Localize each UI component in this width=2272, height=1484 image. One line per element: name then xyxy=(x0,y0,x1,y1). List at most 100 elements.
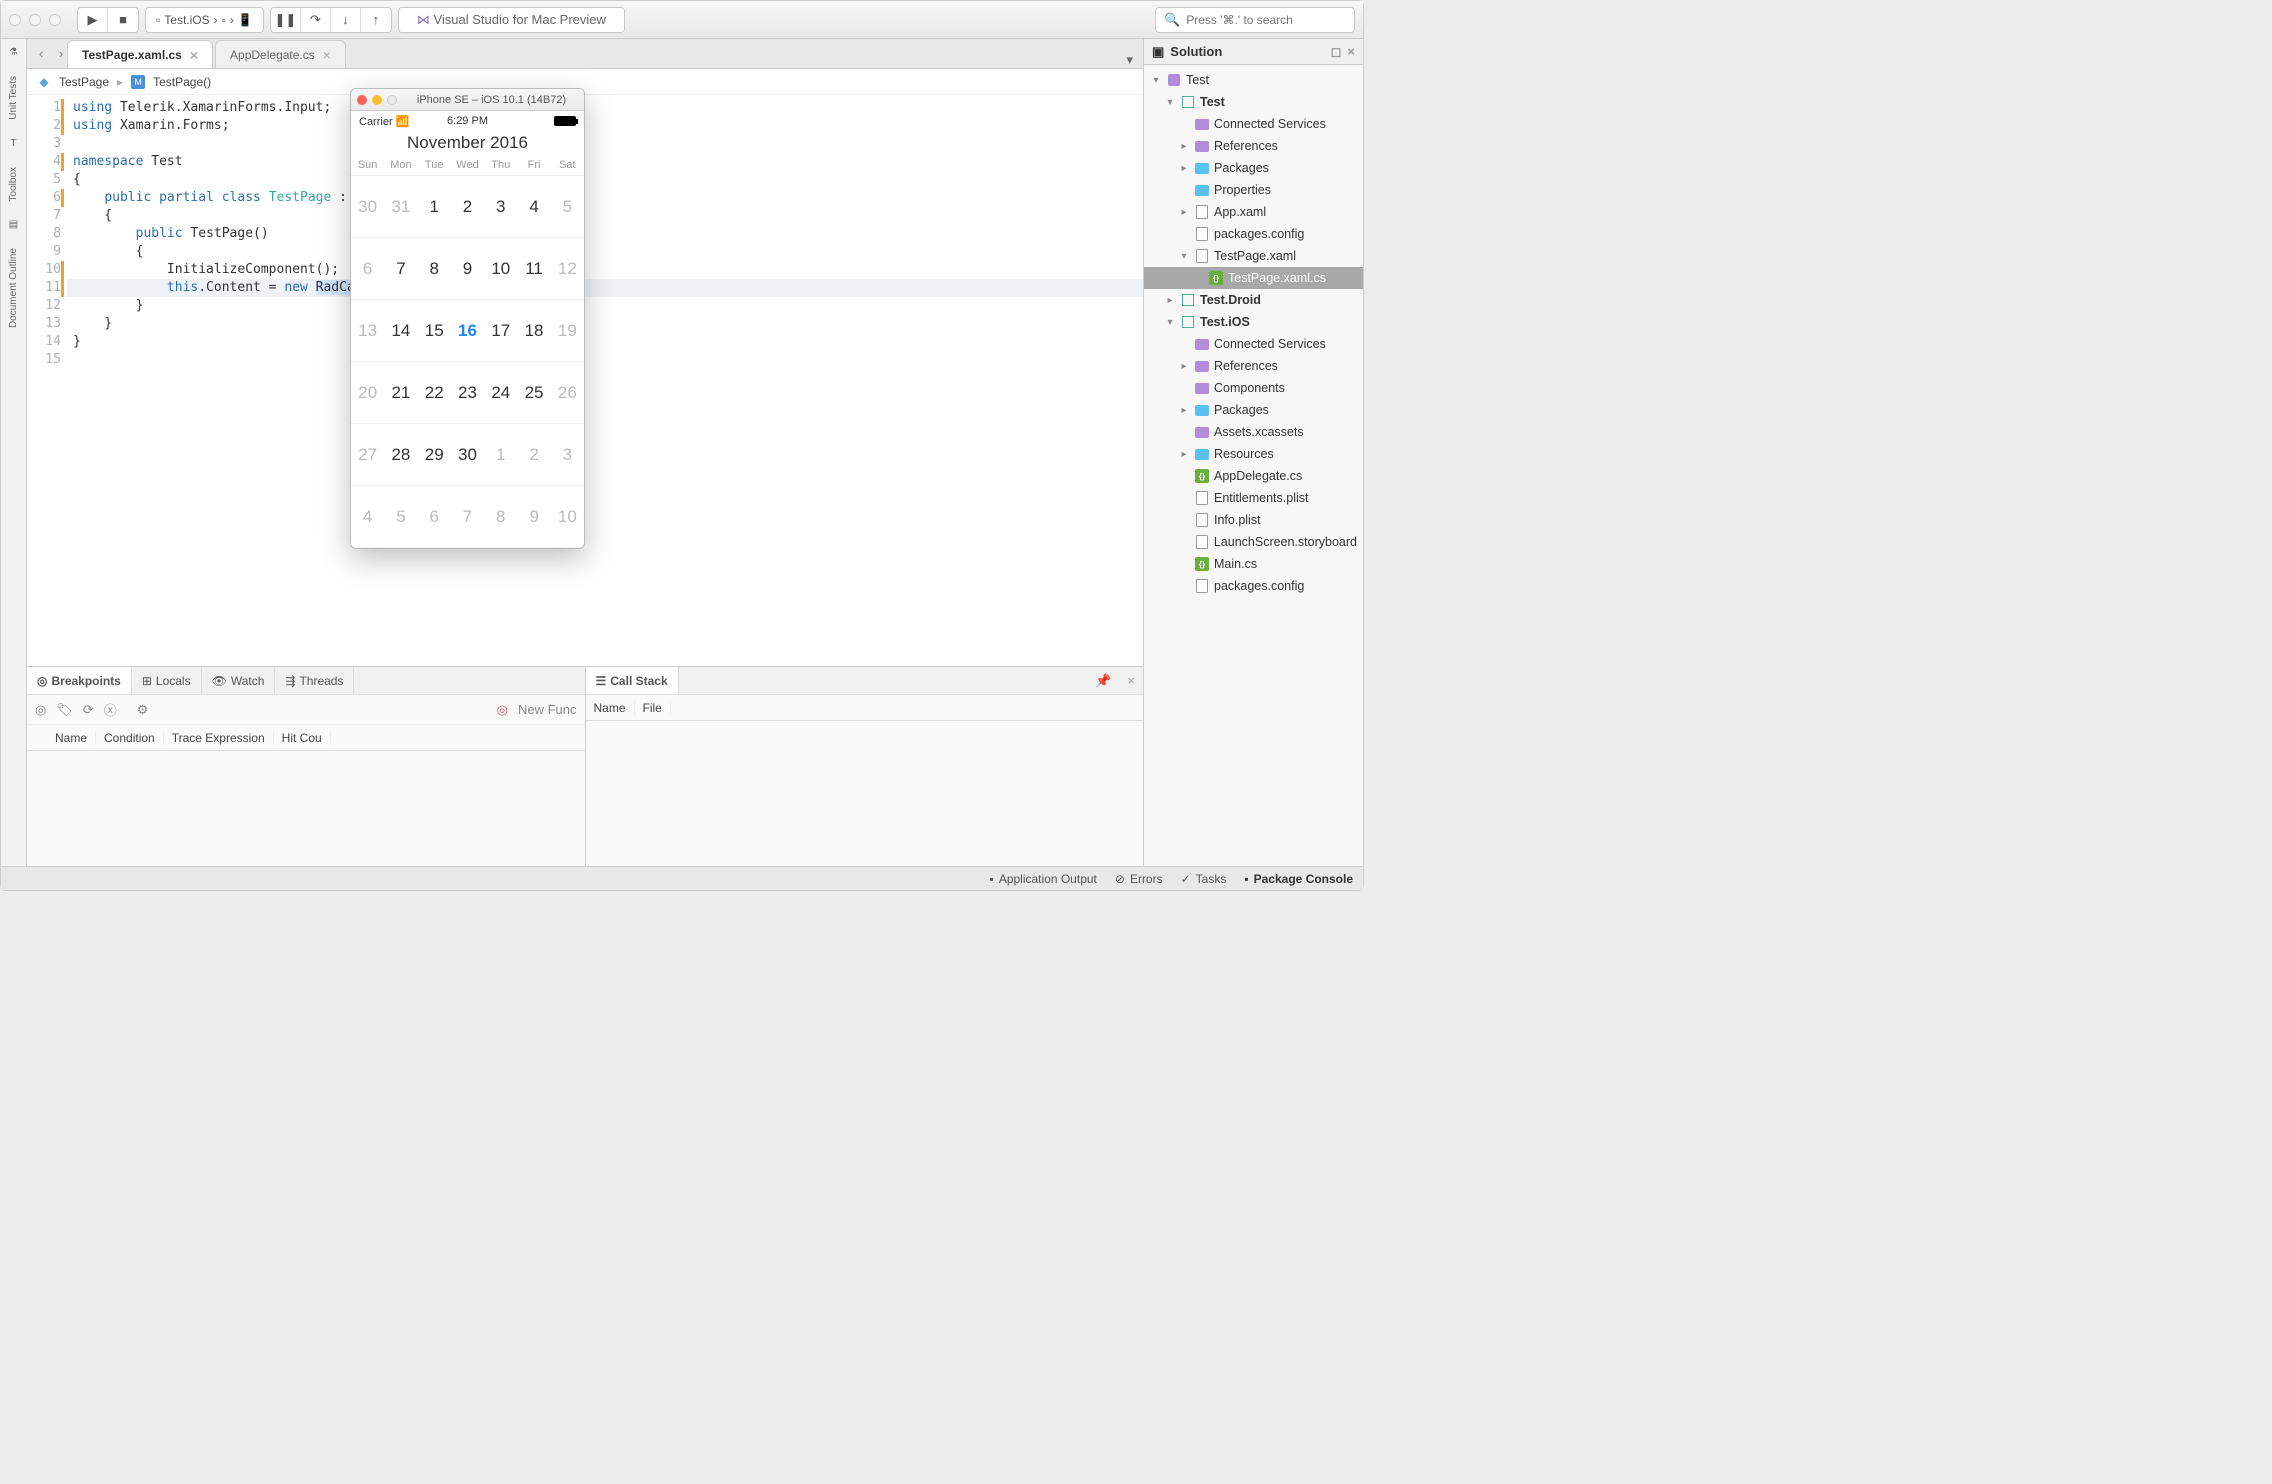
cal-day-23[interactable]: 23 xyxy=(451,362,484,424)
rail-toolbox[interactable]: Toolbox xyxy=(8,163,19,205)
cal-day-4[interactable]: 4 xyxy=(351,486,384,548)
tree-item-properties[interactable]: Properties xyxy=(1144,179,1363,201)
cal-day-18[interactable]: 18 xyxy=(517,300,550,362)
cal-day-25[interactable]: 25 xyxy=(517,362,550,424)
sim-zoom[interactable] xyxy=(387,95,397,105)
callstack-close[interactable]: × xyxy=(1119,673,1143,688)
tree-item-test[interactable]: ▾Test xyxy=(1144,69,1363,91)
tree-item-test-droid[interactable]: ▸Test.Droid xyxy=(1144,289,1363,311)
tree-item-references[interactable]: ▸References xyxy=(1144,355,1363,377)
tree-item-packages-config[interactable]: packages.config xyxy=(1144,223,1363,245)
cal-day-24[interactable]: 24 xyxy=(484,362,517,424)
cal-day-6[interactable]: 6 xyxy=(418,486,451,548)
rail-unit-tests[interactable]: Unit Tests xyxy=(8,72,19,124)
cal-day-26[interactable]: 26 xyxy=(551,362,584,424)
cal-day-6[interactable]: 6 xyxy=(351,238,384,300)
cal-day-10[interactable]: 10 xyxy=(484,238,517,300)
pad-tab-watch[interactable]: 👁Watch xyxy=(202,667,276,694)
tab-close-icon[interactable]: × xyxy=(190,47,198,63)
tree-item-references[interactable]: ▸References xyxy=(1144,135,1363,157)
cal-day-13[interactable]: 13 xyxy=(351,300,384,362)
simulator-window[interactable]: iPhone SE – iOS 10.1 (14B72) Carrier 📶 6… xyxy=(350,88,585,549)
tree-item-components[interactable]: Components xyxy=(1144,377,1363,399)
bp-new-func[interactable]: New Func xyxy=(518,702,577,717)
callstack-pin[interactable]: 📌 xyxy=(1087,673,1119,689)
cal-day-30[interactable]: 30 xyxy=(351,176,384,238)
cal-day-9[interactable]: 9 xyxy=(451,238,484,300)
cal-day-27[interactable]: 27 xyxy=(351,424,384,486)
bc-method[interactable]: TestPage() xyxy=(153,75,211,89)
cal-day-29[interactable]: 29 xyxy=(418,424,451,486)
rail-outline[interactable]: Document Outline xyxy=(8,244,19,332)
cal-day-28[interactable]: 28 xyxy=(384,424,417,486)
nav-back[interactable]: ‹ xyxy=(33,45,49,61)
bp-tag-icon[interactable]: 🏷 xyxy=(56,702,73,718)
cal-day-9[interactable]: 9 xyxy=(517,486,550,548)
sim-titlebar[interactable]: iPhone SE – iOS 10.1 (14B72) xyxy=(351,89,584,111)
cal-day-17[interactable]: 17 xyxy=(484,300,517,362)
bp-target-icon[interactable]: ◎ xyxy=(35,702,46,718)
tree-item-test-ios[interactable]: ▾Test.iOS xyxy=(1144,311,1363,333)
cal-day-22[interactable]: 22 xyxy=(418,362,451,424)
solution-restore-icon[interactable]: ◻ xyxy=(1331,44,1342,60)
callstack-tab[interactable]: ☰ Call Stack xyxy=(586,667,679,694)
step-over-button[interactable]: ↷ xyxy=(301,8,331,32)
bp-refresh-icon[interactable]: ⟳ xyxy=(83,702,94,718)
code-body[interactable]: using Telerik.XamarinForms.Input;using X… xyxy=(67,95,1143,666)
tree-item-testpage-xaml[interactable]: ▾TestPage.xaml xyxy=(1144,245,1363,267)
cal-day-1[interactable]: 1 xyxy=(484,424,517,486)
code-editor[interactable]: 123456789101112131415 using Telerik.Xama… xyxy=(27,95,1143,666)
tree-item-connected-services[interactable]: Connected Services xyxy=(1144,113,1363,135)
tab-appdelegate-cs[interactable]: AppDelegate.cs× xyxy=(215,40,346,68)
cal-day-10[interactable]: 10 xyxy=(551,486,584,548)
rail-toolbox-icon[interactable]: T xyxy=(10,138,16,149)
tree-item-assets-xcassets[interactable]: Assets.xcassets xyxy=(1144,421,1363,443)
solution-close-icon[interactable]: × xyxy=(1347,44,1355,60)
cal-day-11[interactable]: 11 xyxy=(517,238,550,300)
tree-item-packages[interactable]: ▸Packages xyxy=(1144,399,1363,421)
minimize-window[interactable] xyxy=(29,14,41,26)
tree-item-testpage-xaml-cs[interactable]: {}TestPage.xaml.cs xyxy=(1144,267,1363,289)
cal-day-19[interactable]: 19 xyxy=(551,300,584,362)
cal-day-4[interactable]: 4 xyxy=(517,176,550,238)
cal-day-20[interactable]: 20 xyxy=(351,362,384,424)
search-box[interactable]: 🔍 xyxy=(1155,7,1355,33)
sb-pkg-console[interactable]: ▪Package Console xyxy=(1244,872,1353,886)
tree-item-connected-services[interactable]: Connected Services xyxy=(1144,333,1363,355)
cal-day-3[interactable]: 3 xyxy=(551,424,584,486)
pad-tab-breakpoints[interactable]: ◎Breakpoints xyxy=(27,667,132,694)
tree-item-entitlements-plist[interactable]: Entitlements.plist xyxy=(1144,487,1363,509)
sb-errors[interactable]: ⊘Errors xyxy=(1115,872,1163,886)
cal-day-16[interactable]: 16 xyxy=(451,300,484,362)
calendar-grid[interactable]: 3031123456789101112131415161718192021222… xyxy=(351,176,584,548)
cal-day-7[interactable]: 7 xyxy=(384,238,417,300)
tree-item-resources[interactable]: ▸Resources xyxy=(1144,443,1363,465)
tree-item-packages[interactable]: ▸Packages xyxy=(1144,157,1363,179)
tree-item-appdelegate-cs[interactable]: {}AppDelegate.cs xyxy=(1144,465,1363,487)
sb-app-output[interactable]: ▪Application Output xyxy=(990,872,1097,886)
run-button[interactable]: ▶ xyxy=(78,8,108,32)
zoom-window[interactable] xyxy=(49,14,61,26)
bc-class[interactable]: TestPage xyxy=(59,75,109,89)
target-selector[interactable]: ▫Test.iOS ›▫›📱 xyxy=(145,7,264,33)
tree-item-packages-config[interactable]: packages.config xyxy=(1144,575,1363,597)
step-into-button[interactable]: ↓ xyxy=(331,8,361,32)
cal-day-31[interactable]: 31 xyxy=(384,176,417,238)
bp-delete-icon[interactable]: ⓧ xyxy=(104,700,117,719)
sim-minimize[interactable] xyxy=(372,95,382,105)
rail-unit-icon[interactable]: ⚗ xyxy=(9,47,18,58)
bp-settings-icon[interactable]: ⚙ xyxy=(137,702,149,718)
sim-close[interactable] xyxy=(357,95,367,105)
tab-close-icon[interactable]: × xyxy=(323,47,331,63)
cal-day-3[interactable]: 3 xyxy=(484,176,517,238)
cal-day-15[interactable]: 15 xyxy=(418,300,451,362)
close-window[interactable] xyxy=(9,14,21,26)
cal-day-2[interactable]: 2 xyxy=(517,424,550,486)
cal-day-2[interactable]: 2 xyxy=(451,176,484,238)
nav-forward[interactable]: › xyxy=(53,45,69,61)
solution-tree[interactable]: ▾Test▾TestConnected Services▸References▸… xyxy=(1144,65,1363,866)
tree-item-launchscreen-storyboard[interactable]: LaunchScreen.storyboard xyxy=(1144,531,1363,553)
step-out-button[interactable]: ↑ xyxy=(361,8,391,32)
cal-day-5[interactable]: 5 xyxy=(551,176,584,238)
cal-day-7[interactable]: 7 xyxy=(451,486,484,548)
